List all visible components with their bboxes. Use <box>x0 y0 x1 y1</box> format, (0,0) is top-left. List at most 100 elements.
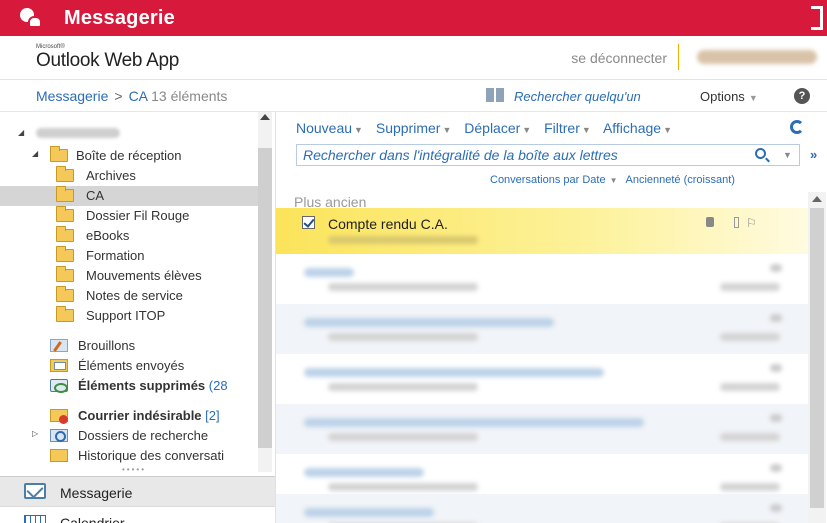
nav-mail[interactable]: Messagerie <box>0 476 275 506</box>
folder-junk[interactable]: Courrier indésirable [2] <box>0 406 258 426</box>
category-icon[interactable] <box>706 217 714 227</box>
move-button[interactable]: Déplacer ▼ <box>464 120 531 136</box>
message-subject-redacted <box>304 468 424 477</box>
message-list-scrollbar[interactable] <box>808 192 826 523</box>
attachment-icon <box>734 217 739 228</box>
chevron-down-icon: ▼ <box>748 93 758 103</box>
chevron-down-icon[interactable]: ▼ <box>610 176 618 185</box>
nav-calendar[interactable]: Calendrier <box>0 506 275 523</box>
flag-icon[interactable]: ⚐ <box>746 216 757 230</box>
search-box: ▼ <box>296 144 800 166</box>
message-row[interactable] <box>276 354 808 404</box>
folder-label: Archives <box>86 168 136 183</box>
folder-ebooks[interactable]: eBooks <box>0 226 258 246</box>
help-icon[interactable]: ? <box>794 88 810 104</box>
sort-by[interactable]: Conversations par Date <box>490 174 606 186</box>
folder-icon <box>56 266 74 282</box>
filter-label: Filtrer <box>544 120 580 136</box>
folder-dossier-fil-rouge[interactable]: Dossier Fil Rouge <box>0 206 258 226</box>
message-row[interactable] <box>276 494 808 523</box>
chevron-down-icon[interactable]: ▼ <box>783 150 792 160</box>
folder-label: Mouvements élèves <box>86 268 202 283</box>
folder-ca[interactable]: CA <box>0 186 258 206</box>
folder-label: Brouillons <box>78 338 136 353</box>
window-corner-icon[interactable] <box>811 6 823 30</box>
folder-notes-de-service[interactable]: Notes de service <box>0 286 258 306</box>
options-menu[interactable]: Options ▼ <box>700 89 758 104</box>
folder-label: Boîte de réception <box>76 148 182 163</box>
folder-deleted[interactable]: Éléments supprimés (28 <box>0 376 258 396</box>
message-checkbox[interactable] <box>302 216 315 229</box>
toolbar: Nouveau ▼ Supprimer ▼ Déplacer ▼ Filtrer ▼ A… <box>296 120 681 136</box>
drafts-icon <box>50 339 68 352</box>
search-input[interactable] <box>303 147 733 163</box>
address-book-icon[interactable] <box>486 88 504 102</box>
folder-label: Éléments supprimés <box>78 378 206 393</box>
expand-search-icon[interactable]: » <box>810 147 817 162</box>
breadcrumb: Messagerie > CA 13 éléments <box>36 88 227 104</box>
scroll-up-icon[interactable] <box>812 196 822 202</box>
chevron-down-icon: ▼ <box>354 125 363 135</box>
message-sender-redacted <box>328 236 478 244</box>
junk-icon <box>50 409 68 424</box>
folder-pane: ◢ ◢ Boîte de réception Archives CA Dossi… <box>0 112 275 523</box>
nav-calendar-label: Calendrier <box>60 515 125 523</box>
scroll-up-icon[interactable] <box>260 114 270 120</box>
new-button[interactable]: Nouveau ▼ <box>296 120 363 136</box>
message-subject-redacted <box>304 268 354 277</box>
view-button[interactable]: Affichage ▼ <box>603 120 672 136</box>
folder-mouvements-eleves[interactable]: Mouvements élèves <box>0 266 258 286</box>
header-divider <box>678 44 679 70</box>
sort-order[interactable]: Ancienneté (croissant) <box>625 174 734 186</box>
message-icon-redacted <box>770 264 782 272</box>
message-subject-redacted <box>304 368 604 377</box>
breadcrumb-separator: > <box>114 88 123 104</box>
message-icon-redacted <box>770 414 782 422</box>
message-row[interactable] <box>276 254 808 304</box>
folder-label: eBooks <box>86 228 130 243</box>
folder-label: Notes de service <box>86 288 183 303</box>
scroll-thumb[interactable] <box>810 208 824 508</box>
chevron-down-icon: ▼ <box>442 125 452 135</box>
folder-drafts[interactable]: Brouillons <box>0 336 258 356</box>
message-icon-redacted <box>770 464 782 472</box>
delete-button[interactable]: Supprimer ▼ <box>376 120 452 136</box>
account-name-redacted <box>36 128 120 138</box>
message-row[interactable] <box>276 304 808 354</box>
message-sender-redacted <box>328 333 478 341</box>
folder-search-folders[interactable]: ▷ Dossiers de recherche <box>0 426 258 446</box>
folder-formation[interactable]: Formation <box>0 246 258 266</box>
folder-scrollbar[interactable] <box>258 112 272 472</box>
message-row[interactable] <box>276 404 808 454</box>
folder-support-itop[interactable]: Support ITOP <box>0 306 258 326</box>
expand-icon[interactable]: ▷ <box>32 429 38 438</box>
message-row-selected[interactable]: Compte rendu C.A. ⚐ <box>276 208 808 254</box>
folder-label: Courrier indésirable <box>78 408 202 423</box>
refresh-icon[interactable] <box>790 120 804 134</box>
search-icon[interactable] <box>755 148 766 159</box>
chevron-down-icon: ▼ <box>581 125 591 135</box>
collapse-icon[interactable]: ◢ <box>32 149 38 158</box>
breadcrumb-root[interactable]: Messagerie <box>36 88 108 104</box>
folder-inbox[interactable]: ◢ Boîte de réception <box>0 146 258 166</box>
folder-archives[interactable]: Archives <box>0 166 258 186</box>
folder-icon <box>56 206 74 222</box>
message-date-redacted <box>720 333 780 341</box>
message-icon-redacted <box>770 504 782 512</box>
folder-sent[interactable]: Éléments envoyés <box>0 356 258 376</box>
username-redacted[interactable] <box>697 50 817 64</box>
scroll-thumb[interactable] <box>258 148 272 448</box>
find-someone-link[interactable]: Rechercher quelqu'un <box>514 89 641 104</box>
message-subject: Compte rendu C.A. <box>328 216 448 232</box>
trash-icon <box>50 379 68 393</box>
folder-icon <box>56 186 74 202</box>
calendar-icon <box>24 515 46 523</box>
new-label: Nouveau <box>296 120 353 136</box>
signout-link[interactable]: se déconnecter <box>571 50 667 66</box>
folder-conversation-history[interactable]: Historique des conversati ▼ <box>0 446 271 466</box>
delete-label: Supprimer <box>375 120 441 136</box>
filter-button[interactable]: Filtrer ▼ <box>544 120 591 136</box>
resize-grip[interactable]: ••••• <box>122 465 146 474</box>
nav-mail-label: Messagerie <box>60 485 133 501</box>
folder-icon <box>56 286 74 302</box>
